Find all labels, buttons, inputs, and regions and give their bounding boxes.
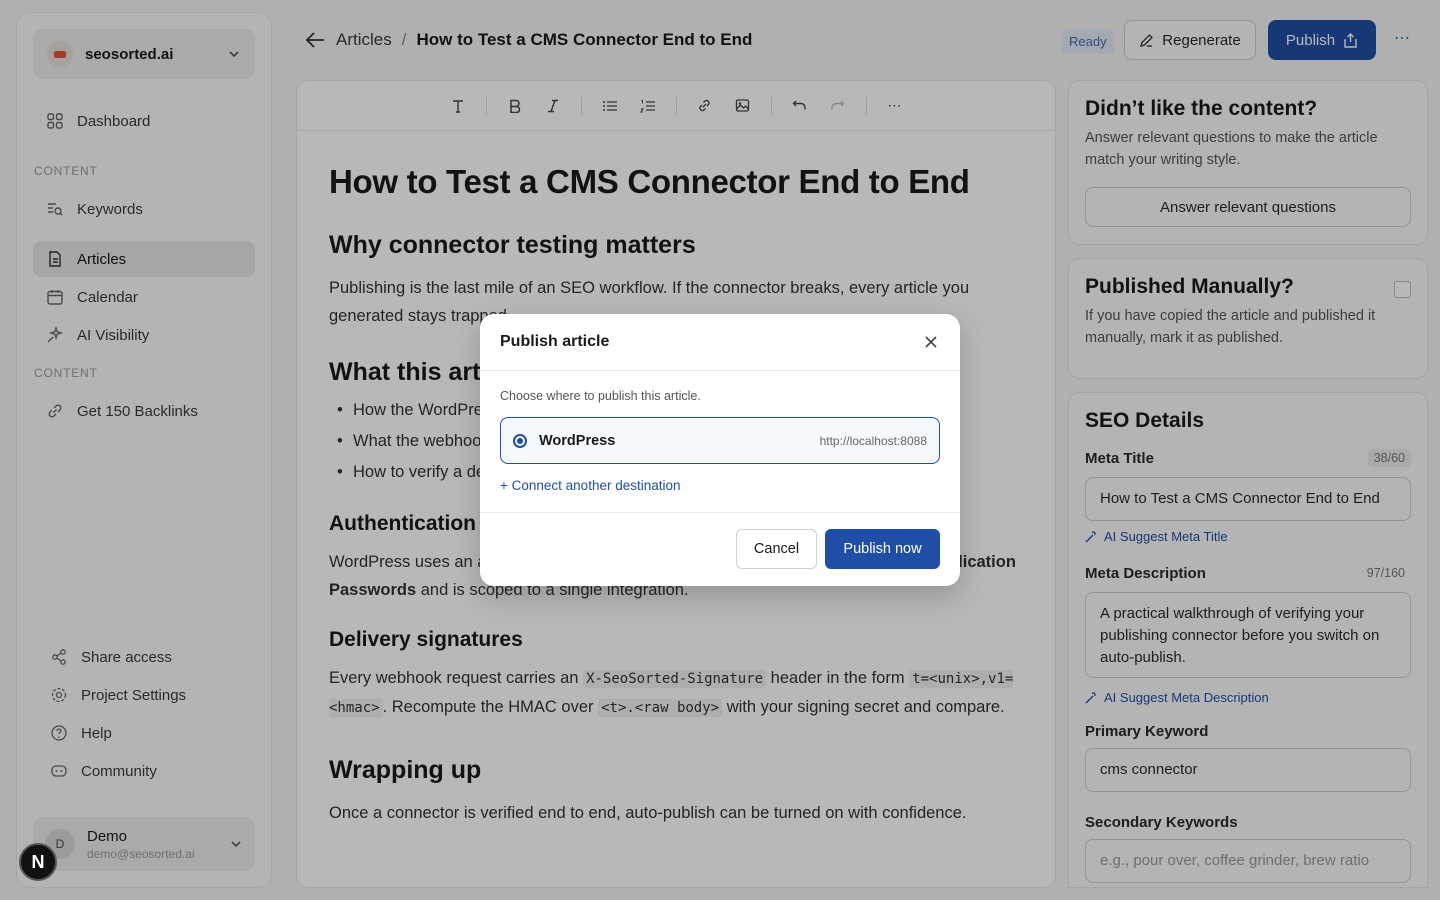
destination-name: WordPress <box>539 432 616 449</box>
dialog-header: Publish article <box>480 314 960 371</box>
destination-url: http://localhost:8088 <box>819 433 927 448</box>
dialog-footer: Cancel Publish now <box>480 513 960 585</box>
radio-selected-icon[interactable] <box>513 433 527 448</box>
connect-destination-link[interactable]: + Connect another destination <box>500 478 940 493</box>
dialog-title: Publish article <box>500 333 610 350</box>
publish-article-dialog: Publish article Choose where to publish … <box>480 314 960 586</box>
dialog-body: Choose where to publish this article. Wo… <box>480 371 960 513</box>
publish-now-button[interactable]: Publish now <box>825 529 940 569</box>
destination-option-wordpress[interactable]: WordPress http://localhost:8088 <box>500 417 940 464</box>
cancel-button[interactable]: Cancel <box>736 529 817 569</box>
dialog-subtitle: Choose where to publish this article. <box>500 389 701 403</box>
dev-tools-badge[interactable]: N <box>19 843 57 881</box>
close-icon[interactable] <box>922 333 940 351</box>
